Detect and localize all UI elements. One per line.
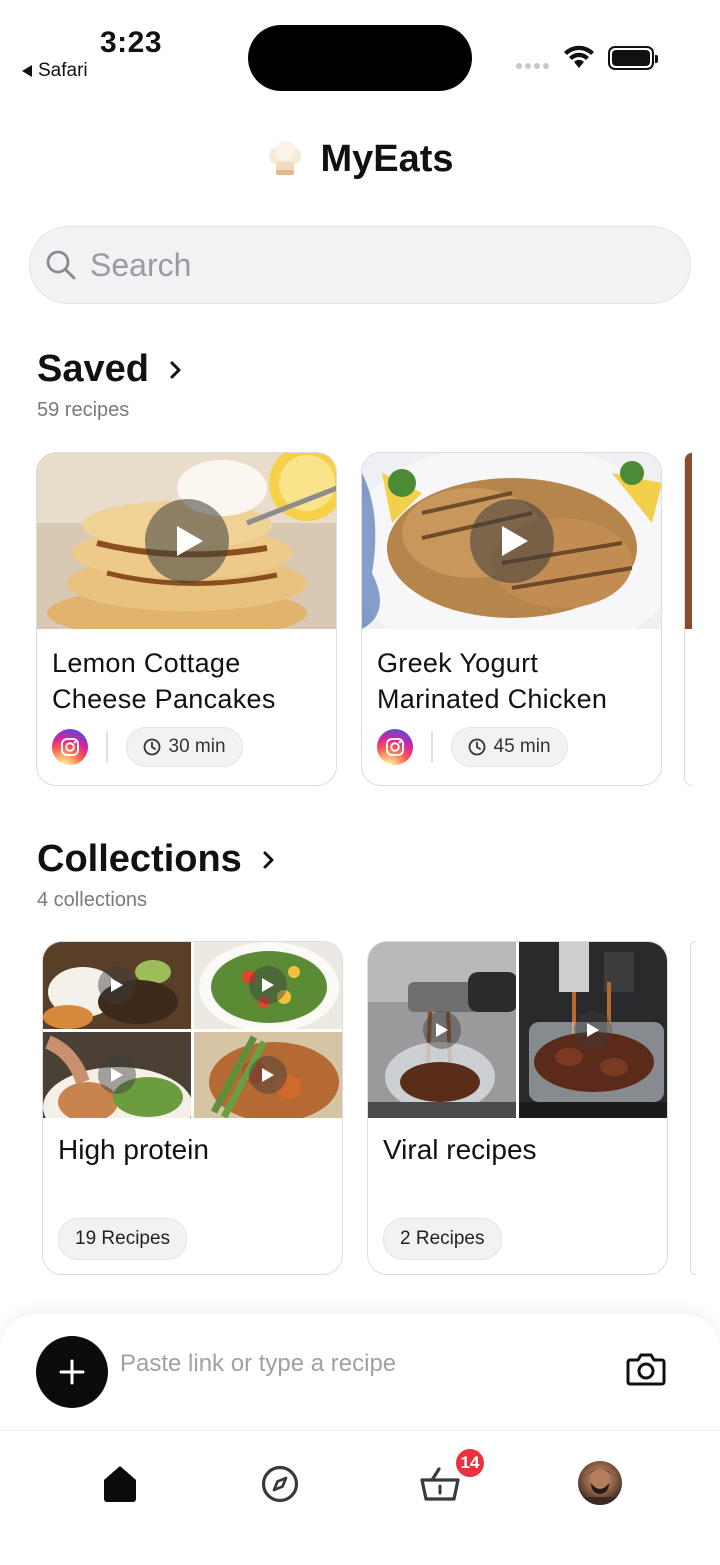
play-icon [111,1067,123,1082]
collection-thumbnail-grid [43,942,342,1118]
wifi-icon [564,45,594,68]
collection-thumbnail [194,942,342,1029]
collection-count-badge: 2 Recipes [383,1218,502,1260]
collection-card[interactable]: Viral recipes 2 Recipes [367,941,668,1275]
recipe-meta: 30 min [37,719,336,767]
cook-time: 45 min [493,736,551,757]
collection-card-partial[interactable] [690,941,696,1275]
recipe-thumbnail [362,453,661,629]
saved-section-header[interactable]: Saved 59 recipes [37,348,183,422]
avatar[interactable] [578,1461,622,1505]
collection-thumbnail [43,1031,191,1118]
instagram-icon [52,729,88,765]
play-icon [587,1023,599,1037]
collections-title: Collections [37,838,242,880]
recipe-card[interactable]: Greek Yogurt Marinated Chicken 45 min [361,452,662,786]
collection-thumbnail [368,942,516,1118]
back-arrow-icon [22,65,32,77]
play-icon [111,978,123,993]
divider [106,731,108,763]
back-to-safari[interactable]: Safari [22,60,88,82]
compass-icon [261,1465,299,1503]
tab-explore[interactable] [255,1459,305,1509]
plus-icon [59,1359,85,1385]
collections-count: 4 collections [37,889,148,911]
recipe-title-line: Cheese Pancakes [52,684,276,714]
recipe-meta: 45 min [362,719,661,767]
basket-count-badge: 14 [454,1447,486,1479]
recipe-title: Greek Yogurt Marinated Chicken [362,629,661,719]
collection-name: High protein [58,1134,209,1165]
collection-card[interactable]: High protein 19 Recipes [42,941,343,1275]
saved-recipes-row: Lemon Cottage Cheese Pancakes 30 min Gre… [36,452,662,786]
cook-time-badge: 30 min [125,727,243,767]
search-icon [46,250,76,280]
recipe-title: Lemon Cottage Cheese Pancakes [37,629,336,719]
saved-count: 59 recipes [37,399,130,421]
clock-icon [143,738,160,756]
saved-title: Saved [37,348,149,390]
play-button[interactable] [249,966,287,1005]
back-app-label: Safari [38,60,88,81]
battery-icon [608,46,658,70]
home-icon [104,1466,136,1502]
recipe-thumbnail [37,453,336,629]
play-icon [262,978,274,993]
chevron-right-icon [263,851,274,868]
instagram-icon [377,729,413,765]
camera-icon[interactable] [626,1352,666,1386]
recipe-composer [0,1314,720,1430]
play-button[interactable] [423,1011,461,1049]
recipe-title-line: Marinated Chicken [377,684,608,714]
chef-hat-icon [269,140,302,175]
recipe-title-line: Greek Yogurt [377,648,539,678]
dynamic-island [248,25,472,91]
collection-name: Viral recipes [383,1134,537,1165]
app-title: MyEats [320,138,454,180]
play-button[interactable] [469,499,554,583]
play-button[interactable] [144,499,229,583]
signal-icon [516,63,549,69]
recipe-card-partial[interactable] [684,452,692,786]
play-icon [262,1067,274,1082]
collection-count-badge: 19 Recipes [58,1218,188,1260]
divider [431,731,433,763]
tab-bar: 14 [0,1430,720,1565]
collection-thumbnail-grid [368,942,667,1118]
recipe-card[interactable]: Lemon Cottage Cheese Pancakes 30 min [36,452,337,786]
play-icon [501,526,528,556]
cook-time-badge: 45 min [450,727,568,767]
play-icon [176,526,203,556]
clock-icon [468,738,485,756]
status-bar: 3:23 Safari [0,0,720,100]
add-recipe-button[interactable] [36,1336,108,1408]
basket-icon [420,1467,460,1501]
collection-thumbnail [519,942,667,1118]
collection-thumbnail [194,1031,342,1118]
app-header: MyEats [0,138,720,181]
collections-section-header[interactable]: Collections 4 collections [37,838,276,912]
recipe-title-line: Lemon Cottage [52,648,241,678]
status-time: 3:23 [100,26,163,59]
search-bar[interactable] [29,226,691,304]
play-button[interactable] [98,1055,136,1094]
play-icon [436,1023,448,1037]
cook-time: 30 min [168,736,226,757]
play-button[interactable] [249,1055,287,1094]
search-input[interactable] [90,246,650,284]
tab-home[interactable] [95,1459,145,1509]
collections-row: High protein 19 Recipes Viral recipes 2 … [42,941,668,1275]
chevron-right-icon [170,361,181,378]
recipe-input[interactable] [120,1350,600,1378]
play-button[interactable] [98,966,136,1005]
collection-thumbnail [43,942,191,1029]
play-button[interactable] [574,1011,612,1049]
